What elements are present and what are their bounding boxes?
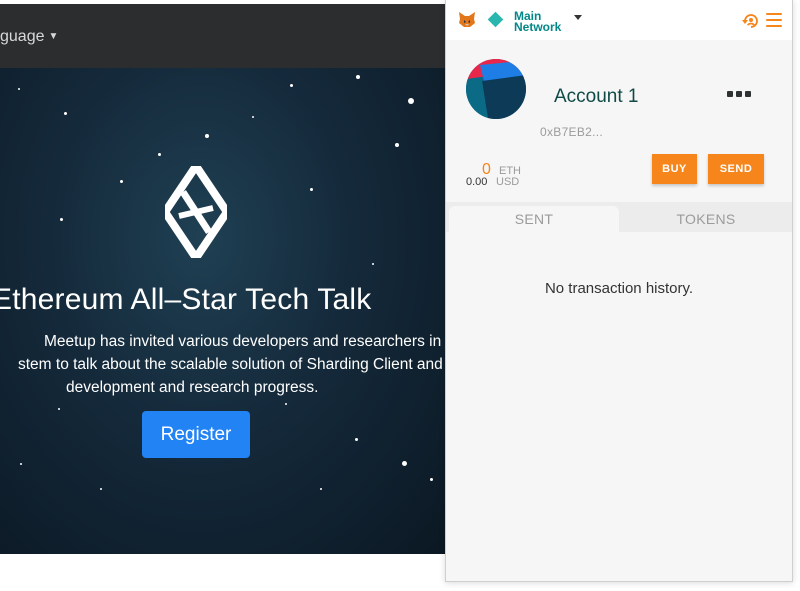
star: [60, 218, 63, 221]
star: [18, 88, 20, 90]
buy-button[interactable]: BUY: [652, 154, 697, 184]
chevron-down-icon: ▼: [48, 31, 59, 42]
star: [252, 116, 254, 118]
star: [356, 75, 360, 79]
star: [430, 478, 433, 481]
metamask-fox-icon[interactable]: [458, 11, 476, 28]
network-status-icon[interactable]: [487, 11, 504, 28]
star: [285, 403, 287, 405]
account-section: Account 1 0xB7EB2... 0 ETH 0.00 USD BUY …: [446, 40, 792, 202]
hero-description: Meetup has invited various developers an…: [0, 330, 446, 399]
more-options-icon[interactable]: [727, 91, 751, 99]
star: [20, 463, 22, 465]
usd-balance-value: 0.00: [466, 176, 488, 188]
star: [100, 488, 102, 490]
hero-logo-icon: [165, 166, 227, 258]
hero-description-line: Meetup has invited various developers an…: [44, 333, 446, 350]
star: [205, 134, 209, 138]
network-name-line2: Network: [514, 20, 562, 34]
hero-title: Ethereum All–Star Tech Talk: [0, 283, 372, 316]
empty-history-message: No transaction history.: [544, 280, 694, 297]
star: [290, 84, 293, 87]
tab-sent[interactable]: SENT: [449, 206, 619, 232]
tab-tokens[interactable]: TOKENS: [621, 206, 791, 232]
tab-bar: SENT TOKENS: [446, 202, 792, 232]
hero-description-line: development and research progress.: [66, 379, 319, 396]
site-navbar: guage ▼: [0, 4, 446, 68]
metamask-popup: Main Network Account 1 0xB7EB2... 0 ETH …: [445, 0, 793, 582]
star: [355, 438, 358, 441]
identicon-icon: [466, 59, 526, 119]
usd-balance-unit: USD: [496, 176, 520, 188]
star: [310, 188, 313, 191]
star: [58, 408, 60, 410]
avatar[interactable]: [466, 59, 526, 119]
hero-section: Ethereum All–Star Tech Talk Meetup has i…: [0, 68, 446, 554]
star: [395, 143, 399, 147]
network-selector[interactable]: Main Network: [514, 10, 574, 34]
hero-description-line: stem to talk about the scalable solution…: [18, 356, 443, 373]
star: [372, 263, 374, 265]
account-name[interactable]: Account 1: [554, 86, 639, 108]
star: [320, 488, 322, 490]
account-address[interactable]: 0xB7EB2...: [540, 125, 603, 139]
star: [120, 180, 123, 183]
language-menu-label: guage: [0, 28, 45, 45]
star: [408, 98, 414, 104]
popup-header: Main Network: [446, 0, 792, 40]
star: [402, 461, 407, 466]
register-button[interactable]: Register: [142, 411, 250, 458]
language-menu[interactable]: guage ▼: [0, 28, 58, 46]
star: [64, 112, 67, 115]
send-button[interactable]: SEND: [708, 154, 764, 184]
sync-icon[interactable]: [742, 12, 760, 30]
chevron-down-icon[interactable]: [574, 15, 582, 20]
hamburger-menu-icon[interactable]: [766, 13, 782, 27]
star: [158, 153, 161, 156]
